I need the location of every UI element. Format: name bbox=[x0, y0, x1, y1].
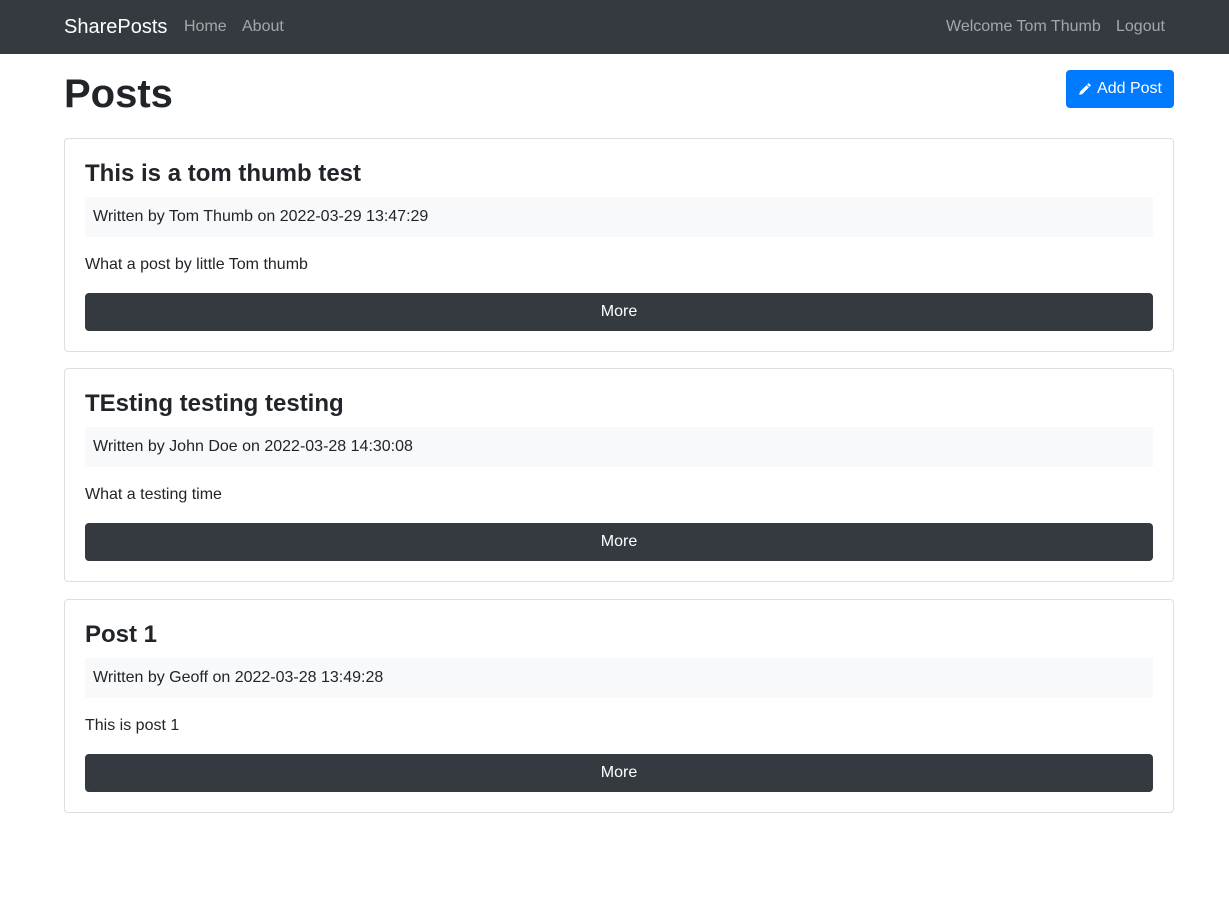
brand-link[interactable]: SharePosts bbox=[64, 14, 167, 40]
post-card: This is a tom thumb test Written by Tom … bbox=[64, 138, 1174, 352]
post-card: Post 1 Written by Geoff on 2022-03-28 13… bbox=[64, 599, 1174, 813]
post-meta: Written by Tom Thumb on 2022-03-29 13:47… bbox=[85, 197, 1153, 237]
post-body: This is post 1 bbox=[85, 717, 180, 734]
nav-link-home[interactable]: Home bbox=[184, 16, 227, 38]
post-body: What a testing time bbox=[85, 486, 222, 503]
pencil-icon bbox=[1078, 82, 1092, 96]
more-button[interactable]: More bbox=[85, 754, 1153, 792]
post-title: This is a tom thumb test bbox=[85, 160, 362, 187]
post-title: Post 1 bbox=[85, 621, 158, 648]
page-title: Posts bbox=[64, 72, 173, 116]
more-button[interactable]: More bbox=[85, 293, 1153, 331]
post-body: What a post by little Tom thumb bbox=[85, 256, 308, 273]
navbar: SharePosts Home About Welcome Tom Thumb … bbox=[0, 0, 1229, 54]
post-meta: Written by Geoff on 2022-03-28 13:49:28 bbox=[85, 658, 1153, 698]
post-meta: Written by John Doe on 2022-03-28 14:30:… bbox=[85, 427, 1153, 467]
nav-link-about[interactable]: About bbox=[242, 16, 284, 38]
add-post-button[interactable]: Add Post bbox=[1066, 70, 1174, 108]
post-card: TEsting testing testing Written by John … bbox=[64, 368, 1174, 582]
add-post-label: Add Post bbox=[1097, 80, 1162, 97]
more-button[interactable]: More bbox=[85, 523, 1153, 561]
post-title: TEsting testing testing bbox=[85, 390, 344, 417]
nav-link-logout[interactable]: Logout bbox=[1116, 16, 1165, 38]
nav-link-welcome[interactable]: Welcome Tom Thumb bbox=[946, 16, 1101, 38]
